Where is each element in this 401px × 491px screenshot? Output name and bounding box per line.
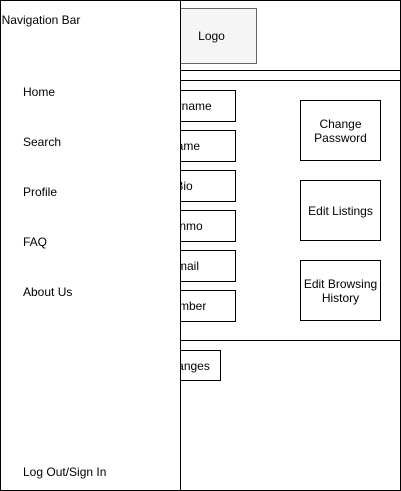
edit-browsing-history-label: Edit Browsing History bbox=[303, 276, 378, 305]
logo-label: Logo bbox=[198, 29, 225, 43]
sidebar-item-about-us[interactable]: About Us bbox=[23, 285, 72, 299]
sidebar-item-log-out-sign-in[interactable]: Log Out/Sign In bbox=[23, 465, 106, 479]
sidebar-item-faq[interactable]: FAQ bbox=[23, 235, 47, 249]
sidebar-item-search[interactable]: Search bbox=[23, 135, 61, 149]
sidebar-title: Navigation Bar bbox=[1, 13, 81, 27]
change-password-button[interactable]: Change Password bbox=[300, 100, 381, 161]
edit-listings-label: Edit Listings bbox=[308, 203, 373, 218]
change-password-label: Change Password bbox=[314, 116, 367, 145]
navigation-sidebar: Navigation Bar Home Search Profile FAQ A… bbox=[0, 0, 181, 491]
sidebar-item-home[interactable]: Home bbox=[23, 85, 55, 99]
sidebar-item-profile[interactable]: Profile bbox=[23, 185, 57, 199]
edit-listings-button[interactable]: Edit Listings bbox=[300, 180, 381, 241]
edit-browsing-history-button[interactable]: Edit Browsing History bbox=[300, 260, 381, 321]
